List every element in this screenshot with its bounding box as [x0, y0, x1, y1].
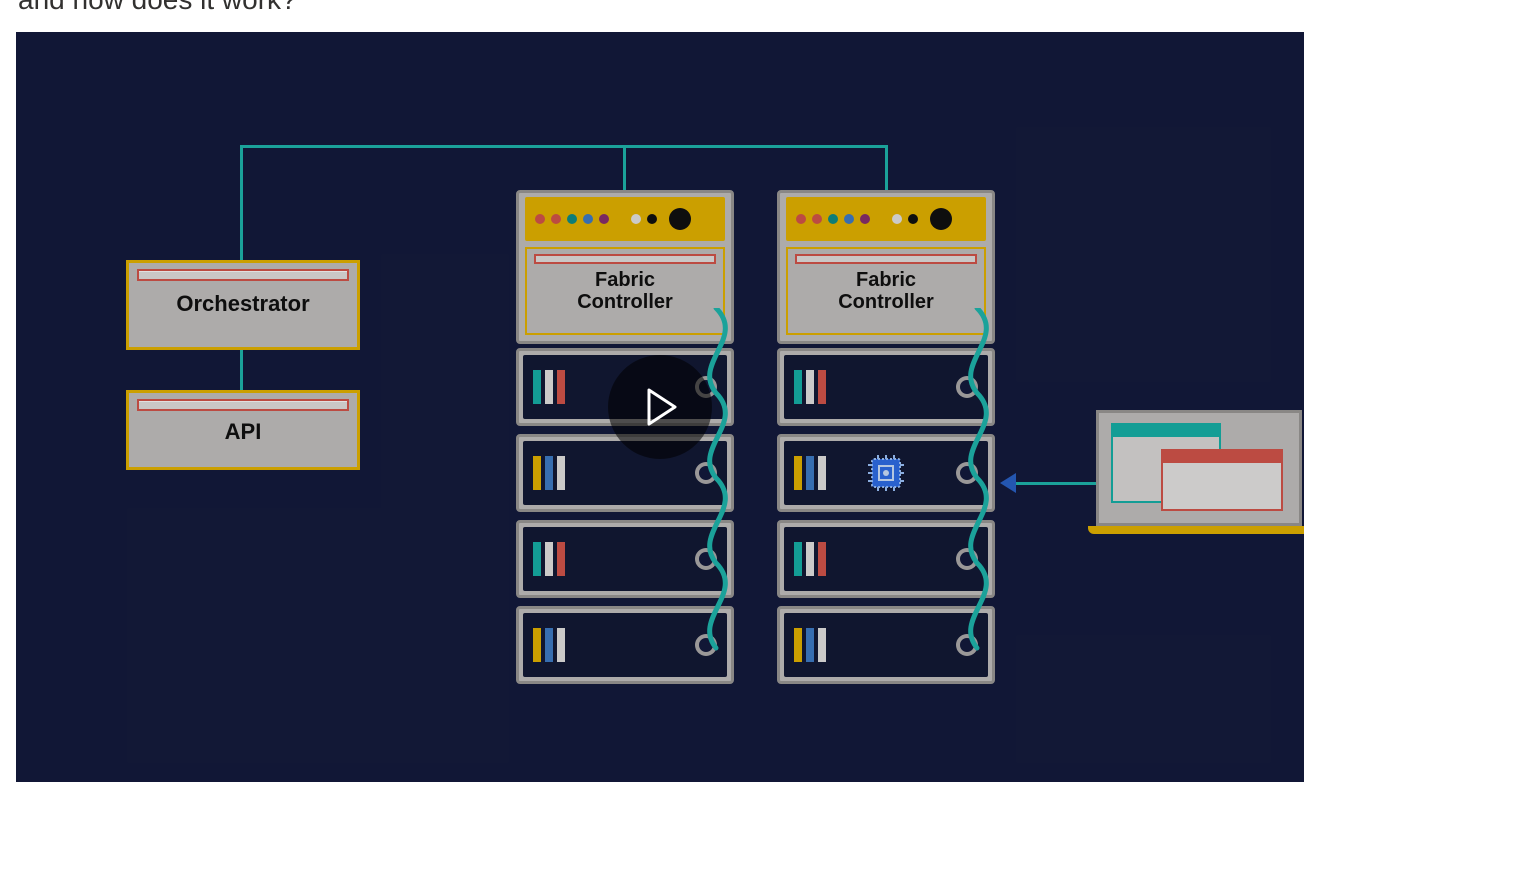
play-icon — [639, 386, 681, 428]
play-button[interactable] — [608, 355, 712, 459]
video-player[interactable]: Orchestrator API FabricController Fabric… — [16, 32, 1304, 782]
page-subheading-fragment: and how does it work? — [0, 0, 1519, 24]
